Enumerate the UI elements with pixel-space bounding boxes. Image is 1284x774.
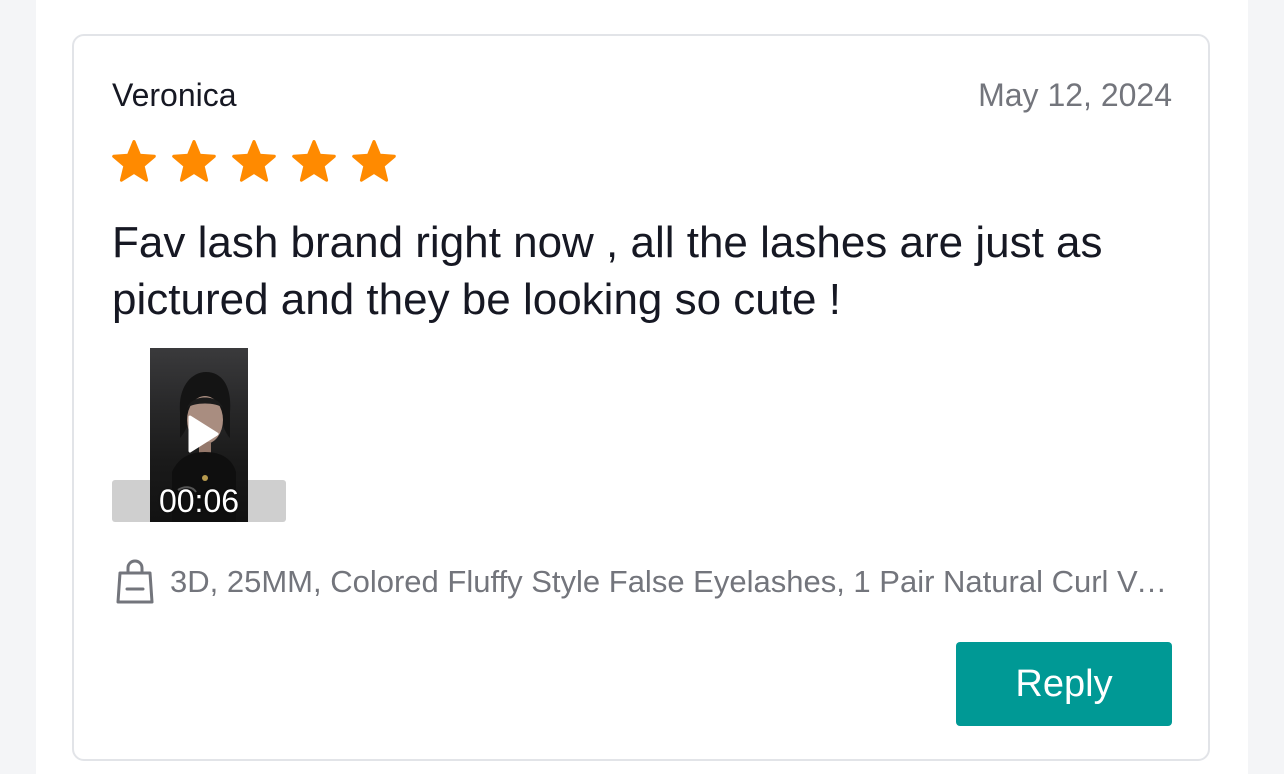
review-card: Veronica May 12, 2024 Fav lash brand rig… xyxy=(72,34,1210,761)
reply-button[interactable]: Reply xyxy=(956,642,1172,726)
reviewer-name: Veronica xyxy=(112,77,237,113)
star-rating xyxy=(110,138,398,186)
star-icon xyxy=(292,140,336,182)
review-text: Fav lash brand right now , all the lashe… xyxy=(112,218,1103,324)
shopping-bag-icon xyxy=(116,559,154,604)
play-icon xyxy=(188,415,219,453)
star-icon xyxy=(172,140,216,182)
star-icon xyxy=(112,140,156,182)
product-name: 3D, 25MM, Colored Fluffy Style False Eye… xyxy=(170,564,1174,599)
star-icon xyxy=(232,140,276,182)
video-duration: 00:06 xyxy=(158,483,240,519)
purchased-product-link[interactable]: 3D, 25MM, Colored Fluffy Style False Eye… xyxy=(114,559,1174,604)
review-date: May 12, 2024 xyxy=(978,77,1172,113)
star-icon xyxy=(352,140,396,182)
review-video-thumbnail[interactable]: 00:06 xyxy=(112,348,286,522)
